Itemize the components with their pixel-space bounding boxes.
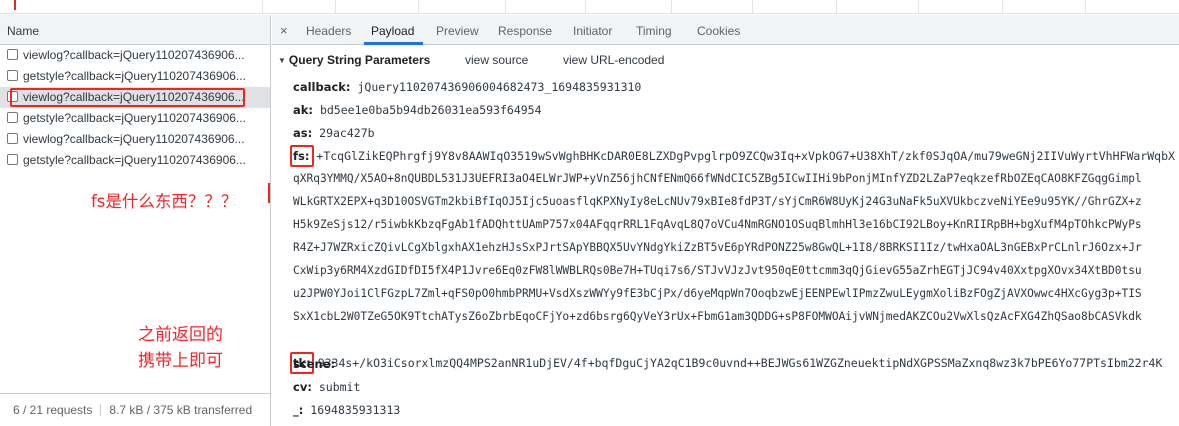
active-tab-indicator bbox=[364, 42, 423, 45]
divider bbox=[100, 404, 102, 416]
timeline-gridline bbox=[752, 0, 753, 13]
request-row[interactable]: getstyle?callback=jQuery110207436906... bbox=[0, 150, 270, 171]
query-string-section-toggle[interactable]: ▼ Query String Parameters bbox=[278, 53, 430, 67]
request-row[interactable]: getstyle?callback=jQuery110207436906... bbox=[0, 66, 270, 87]
tab-response[interactable]: Response bbox=[498, 24, 552, 38]
request-list-panel: Name viewlog?callback=jQuery110207436906… bbox=[0, 15, 271, 426]
param-callback: callback: jQuery110207436906004682473_16… bbox=[293, 80, 641, 94]
timeline-marker bbox=[14, 0, 16, 10]
param-key: ak: bbox=[293, 103, 314, 117]
request-checkbox[interactable] bbox=[7, 70, 18, 81]
timeline-gridline bbox=[836, 0, 837, 13]
tab-preview[interactable]: Preview bbox=[436, 24, 479, 38]
tk-note-line1: 之前返回的 bbox=[138, 325, 223, 345]
fs-value-line: u2JPW0YJoi1ClFGzpL7Zml+qFS0pO0hmbPRMU+Vs… bbox=[293, 287, 1142, 300]
tab-cookies[interactable]: Cookies bbox=[697, 24, 740, 38]
timeline-gridline bbox=[418, 0, 419, 13]
param-key: callback: bbox=[293, 80, 351, 94]
param-value: 1694835931313 bbox=[303, 403, 401, 417]
param-ak: ak: bd5ee1e0ba5b94db26031ea593f64954 bbox=[293, 103, 542, 117]
tab-initiator[interactable]: Initiator bbox=[573, 24, 612, 38]
timeline-gridline bbox=[262, 0, 263, 13]
param-key: cv: bbox=[293, 380, 312, 394]
timeline-gridline bbox=[918, 0, 919, 13]
param-key: _: bbox=[293, 403, 304, 417]
fs-value-line: qXRq3YMMQ/X5AO+8nQUBDL531J3UEFRI3aO4ELWr… bbox=[293, 172, 1142, 185]
timeline-strip bbox=[0, 0, 1179, 14]
request-count: 6 / 21 requests bbox=[13, 403, 93, 417]
tab-headers[interactable]: Headers bbox=[306, 24, 351, 38]
param-value: +TcqGlZikEQPhrgfj9Y8v8AAWIqO3519wSvWghBH… bbox=[316, 149, 1175, 163]
param-value: bd5ee1e0ba5b94db26031ea593f64954 bbox=[319, 103, 542, 117]
param-value: jQuery110207436906004682473_169483593131… bbox=[357, 80, 642, 94]
param-key: as: bbox=[293, 126, 313, 140]
param-value: 29ac427b bbox=[319, 126, 375, 140]
request-row[interactable]: viewlog?callback=jQuery110207436906... bbox=[0, 45, 270, 66]
fs-value-line: R4Z+J7WZRxicZQivLCgXblgxhAX1ehzHJsSxPJrt… bbox=[293, 241, 1142, 254]
timeline-gridline bbox=[335, 0, 336, 13]
param-value: submit bbox=[318, 380, 361, 394]
request-name: viewlog?callback=jQuery110207436906... bbox=[23, 48, 245, 62]
section-title: Query String Parameters bbox=[288, 53, 431, 67]
fs-highlight-box bbox=[290, 145, 314, 167]
expand-triangle-icon: ▼ bbox=[278, 56, 286, 65]
request-name: getstyle?callback=jQuery110207436906... bbox=[23, 153, 246, 167]
request-name: viewlog?callback=jQuery110207436906... bbox=[23, 132, 245, 146]
request-checkbox[interactable] bbox=[7, 154, 18, 165]
name-column-header[interactable]: Name bbox=[0, 15, 270, 45]
status-bar: 6 / 21 requests 8.7 kB / 375 kB transferr… bbox=[0, 393, 270, 426]
param-as: as: 29ac427b bbox=[293, 126, 375, 140]
request-name: getstyle?callback=jQuery110207436906... bbox=[23, 69, 246, 83]
param-timestamp-row: _: 1694835931313 bbox=[293, 403, 400, 417]
annotation-marker bbox=[268, 183, 270, 203]
close-icon[interactable]: × bbox=[280, 23, 288, 38]
param-fs: fs: +TcqGlZikEQPhrgfj9Y8v8AAWIqO3519wSvW… bbox=[293, 149, 1175, 163]
param-value: 9334s+/kO3iCsorxlmzQQ4MPS2anNR1uDjEV/4f+… bbox=[317, 356, 1163, 370]
view-source-link[interactable]: view source bbox=[465, 53, 528, 67]
request-checkbox[interactable] bbox=[7, 112, 18, 123]
param-key: scene: bbox=[293, 357, 336, 371]
details-tab-bar: × Headers Payload Preview Response Initi… bbox=[272, 15, 1179, 45]
request-row[interactable]: getstyle?callback=jQuery110207436906... bbox=[0, 108, 270, 129]
request-row[interactable]: viewlog?callback=jQuery110207436906... bbox=[0, 129, 270, 150]
tab-timing[interactable]: Timing bbox=[636, 24, 672, 38]
tab-payload[interactable]: Payload bbox=[371, 24, 414, 38]
timeline-gridline bbox=[505, 0, 506, 13]
request-checkbox[interactable] bbox=[7, 133, 18, 144]
fs-value-line: WLkGRTX2EPX+q3D10OSVGTm2kbiBfIqOJ5Ijc5uo… bbox=[293, 195, 1142, 208]
details-panel: × Headers Payload Preview Response Initi… bbox=[272, 15, 1179, 426]
request-row-selected[interactable]: viewlog?callback=jQuery110207436906... bbox=[0, 87, 270, 108]
fs-value-line: CxWip3y6RM4XzdGIDfDI5fX4P1Jvre6Eq0zFW8lW… bbox=[293, 264, 1142, 277]
fs-question-annotation: fs是什么东西？？？ bbox=[91, 192, 238, 211]
fs-value-line: SxX1cbL2W0TZeG5OK9TtchATysZ6oZbrbEqoCFjY… bbox=[293, 310, 1142, 323]
param-cv: cv: submit bbox=[293, 380, 360, 394]
timeline-gridline bbox=[1085, 0, 1086, 13]
request-checkbox[interactable] bbox=[7, 49, 18, 60]
timeline-gridline bbox=[1002, 0, 1003, 13]
timeline-gridline bbox=[671, 0, 672, 13]
tk-note-line2: 携带上即可 bbox=[138, 351, 223, 371]
param-tk: tk: 9334s+/kO3iCsorxlmzQQ4MPS2anNR1uDjEV… bbox=[293, 356, 1162, 370]
request-list: viewlog?callback=jQuery110207436906... g… bbox=[0, 45, 270, 171]
request-name: getstyle?callback=jQuery110207436906... bbox=[23, 111, 246, 125]
highlight-box bbox=[10, 88, 245, 107]
fs-value-line: H5k9ZeSjs12/r5iwbkKbzqFgAb1fADQhttUAmP75… bbox=[293, 218, 1142, 231]
transfer-size: 8.7 kB / 375 kB transferred bbox=[109, 403, 253, 417]
timeline-gridline bbox=[585, 0, 586, 13]
view-url-encoded-link[interactable]: view URL-encoded bbox=[563, 53, 664, 67]
param-scene: scene: bbox=[293, 357, 335, 371]
